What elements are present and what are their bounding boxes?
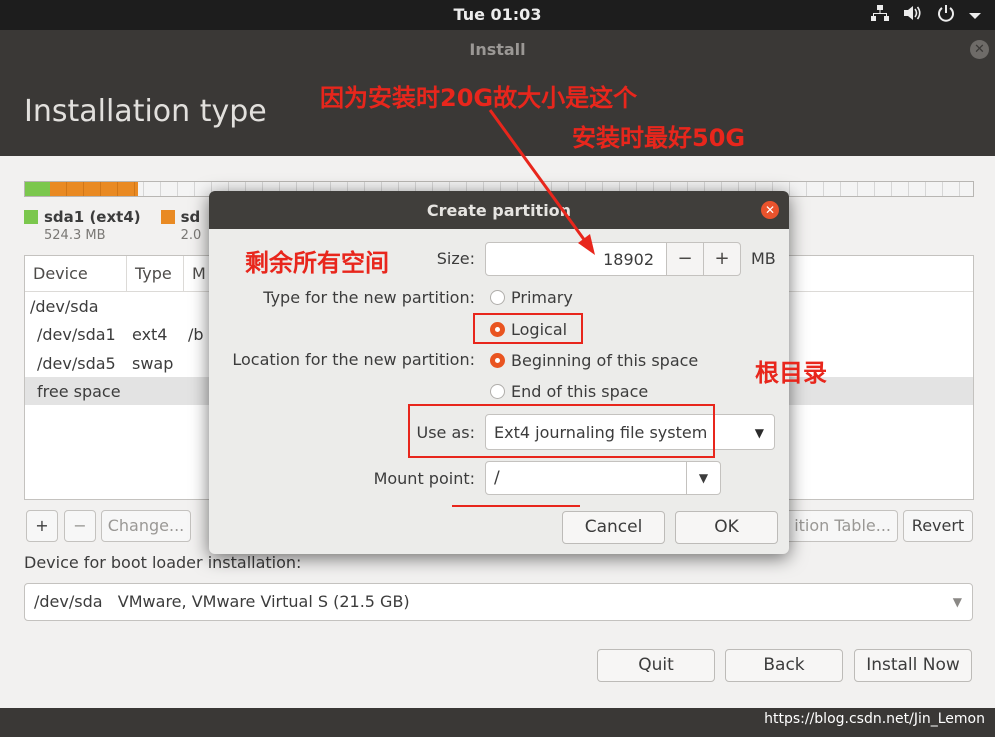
chevron-down-icon: ▼ — [952, 595, 962, 609]
row-type: ext4 — [132, 325, 168, 344]
window-title: Install — [469, 40, 526, 59]
revert-button[interactable]: Revert — [903, 510, 973, 542]
remove-partition-button[interactable]: − — [64, 510, 96, 542]
annotation-root-directory: 根目录 — [755, 359, 827, 387]
radio-end[interactable]: End of this space — [490, 382, 648, 401]
chevron-down-icon: ▼ — [754, 426, 764, 440]
boot-loader-label: Device for boot loader installation: — [24, 553, 302, 572]
location-label: Location for the new partition: — [232, 350, 475, 369]
dialog-titlebar: Create partition ✕ — [209, 191, 789, 229]
add-partition-button[interactable]: + — [26, 510, 58, 542]
boot-loader-value: /dev/sda VMware, VMware Virtual S (21.5 … — [34, 592, 410, 611]
radio-icon — [490, 290, 505, 305]
size-unit: MB — [751, 249, 776, 268]
mount-point-value: / — [494, 468, 500, 488]
chevron-down-icon[interactable]: ▼ — [686, 462, 720, 494]
legend-item: sda1 (ext4) 524.3 MB — [24, 208, 141, 243]
clock[interactable]: Tue 01:03 — [0, 5, 995, 24]
size-increment-button[interactable]: + — [703, 242, 741, 276]
window-titlebar: Install ✕ — [0, 30, 995, 70]
size-decrement-button[interactable]: − — [666, 242, 704, 276]
back-button[interactable]: Back — [725, 649, 843, 682]
column-header-type[interactable]: Type — [127, 256, 184, 291]
row-device: free space — [37, 382, 121, 401]
row-device: /dev/sda — [30, 297, 99, 316]
legend-item: sd 2.0 — [160, 208, 202, 243]
install-now-button[interactable]: Install Now — [854, 649, 972, 682]
legend-size: 2.0 — [180, 228, 202, 243]
footer-bar: https://blog.csdn.net/Jin_Lemon — [0, 708, 995, 737]
dialog-close-button[interactable]: ✕ — [761, 201, 779, 219]
top-panel: Tue 01:03 — [0, 0, 995, 30]
window-close-button[interactable]: ✕ — [970, 40, 989, 59]
partition-segment-sda5 — [50, 182, 138, 196]
legend-name: sda1 (ext4) — [44, 208, 141, 226]
legend-swatch — [24, 210, 38, 224]
network-icon[interactable] — [871, 4, 889, 27]
row-device: /dev/sda1 — [37, 325, 116, 344]
row-device: /dev/sda5 — [37, 354, 116, 373]
change-partition-button[interactable]: Change... — [101, 510, 191, 542]
quit-button[interactable]: Quit — [597, 649, 715, 682]
radio-selected-icon — [490, 353, 505, 368]
partition-legend: sda1 (ext4) 524.3 MB sd 2.0 — [24, 208, 201, 243]
highlight-box-logical — [473, 313, 583, 344]
annotation-size-note: 因为安装时20G故大小是这个 — [320, 84, 638, 112]
row-mount: /b — [188, 325, 204, 344]
page-title: Installation type — [24, 94, 267, 129]
row-type: swap — [132, 354, 174, 373]
underline-mount-point — [452, 505, 580, 507]
highlight-box-use-as — [408, 404, 715, 458]
annotation-size-note-2: 安装时最好50G — [572, 124, 746, 152]
partition-segment-sda1 — [25, 182, 50, 196]
new-partition-table-button[interactable]: ition Table... — [780, 510, 898, 542]
column-header-device[interactable]: Device — [25, 256, 127, 291]
dialog-title: Create partition — [426, 201, 572, 220]
system-tray — [871, 4, 981, 27]
size-input[interactable]: 18902 — [485, 242, 667, 276]
annotation-remaining-space: 剩余所有空间 — [245, 249, 389, 277]
radio-primary[interactable]: Primary — [490, 288, 573, 307]
power-icon[interactable] — [937, 4, 955, 27]
size-label: Size: — [436, 249, 475, 268]
legend-swatch — [160, 210, 175, 224]
radio-icon — [490, 384, 505, 399]
ok-button[interactable]: OK — [675, 511, 778, 544]
volume-icon[interactable] — [903, 4, 923, 27]
mount-point-label: Mount point: — [373, 469, 475, 488]
cancel-button[interactable]: Cancel — [562, 511, 665, 544]
radio-label: End of this space — [511, 382, 649, 401]
radio-beginning[interactable]: Beginning of this space — [490, 351, 698, 370]
watermark: https://blog.csdn.net/Jin_Lemon — [764, 711, 985, 727]
radio-label: Primary — [511, 288, 573, 307]
menu-chevron-icon[interactable] — [969, 6, 981, 26]
type-label: Type for the new partition: — [263, 288, 475, 307]
radio-label: Beginning of this space — [511, 351, 699, 370]
legend-size: 524.3 MB — [44, 228, 106, 243]
boot-loader-select[interactable]: /dev/sda VMware, VMware Virtual S (21.5 … — [24, 583, 973, 621]
legend-name: sd — [180, 208, 201, 226]
mount-point-combo[interactable]: / ▼ — [485, 461, 721, 495]
